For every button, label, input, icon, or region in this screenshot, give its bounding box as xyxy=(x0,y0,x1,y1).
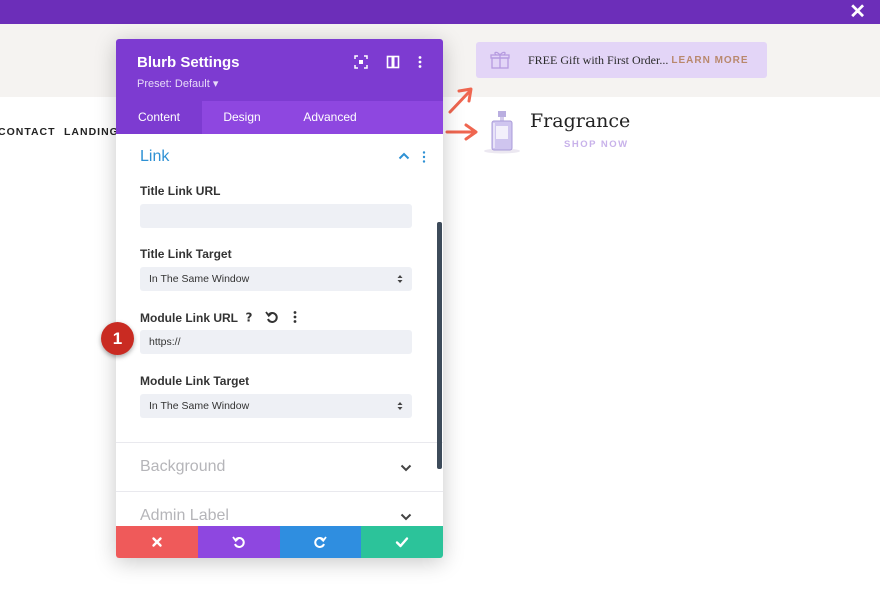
undo-icon xyxy=(231,536,245,548)
modal-footer xyxy=(116,526,443,558)
nav-item-landing[interactable]: LANDING xyxy=(64,126,119,138)
blurb-settings-modal: Blurb Settings Preset: Default ▾ Content… xyxy=(116,39,443,558)
step-number-badge: 1 xyxy=(101,322,134,355)
nav-item-contact[interactable]: CONTACT xyxy=(0,126,56,138)
title-link-url-input[interactable] xyxy=(140,204,412,228)
section-title-admin-label[interactable]: Admin Label xyxy=(140,507,229,525)
tab-design[interactable]: Design xyxy=(202,101,282,134)
chevron-down-icon[interactable] xyxy=(400,464,412,472)
redo-button[interactable] xyxy=(279,526,362,558)
blurb-title[interactable]: Fragrance xyxy=(530,110,630,132)
module-link-url-input[interactable]: https:// xyxy=(140,330,412,354)
expand-icon[interactable] xyxy=(354,55,368,69)
learn-more-link[interactable]: LEARN MORE xyxy=(671,55,748,66)
shop-now-link[interactable]: SHOP NOW xyxy=(564,139,629,150)
title-link-target-select[interactable]: In The Same Window xyxy=(140,267,412,291)
module-link-target-select[interactable]: In The Same Window xyxy=(140,394,412,418)
svg-text:?: ? xyxy=(246,311,253,325)
section-title-background[interactable]: Background xyxy=(140,458,225,476)
title-link-url-label: Title Link URL xyxy=(140,184,221,198)
module-link-target-label: Module Link Target xyxy=(140,374,250,388)
more-options-icon[interactable] xyxy=(413,55,427,69)
perfume-bottle-image xyxy=(484,111,520,154)
tab-advanced[interactable]: Advanced xyxy=(282,101,378,134)
module-link-target-value: In The Same Window xyxy=(149,400,250,412)
settings-panel: Link Title Link URL Title Link Target In… xyxy=(116,134,443,526)
settings-tabs: Content Design Advanced xyxy=(116,101,443,134)
chevron-up-icon[interactable] xyxy=(398,152,410,160)
cancel-icon xyxy=(152,537,162,547)
modal-title: Blurb Settings xyxy=(137,54,240,71)
redo-icon xyxy=(314,536,328,548)
section-divider xyxy=(116,442,443,443)
gift-icon xyxy=(490,51,510,69)
undo-button[interactable] xyxy=(197,526,280,558)
field-options-icon[interactable] xyxy=(288,310,302,324)
select-arrows-icon xyxy=(397,402,403,410)
help-icon[interactable]: ? xyxy=(242,310,256,325)
cancel-button[interactable] xyxy=(116,526,198,558)
tab-content[interactable]: Content xyxy=(116,101,202,134)
title-link-target-label: Title Link Target xyxy=(140,247,232,261)
split-view-icon[interactable] xyxy=(386,55,400,69)
save-button[interactable] xyxy=(361,526,443,558)
close-icon[interactable]: ✕ xyxy=(849,2,866,22)
builder-top-bar: ✕ xyxy=(0,0,880,24)
reset-icon[interactable] xyxy=(265,310,279,324)
annotation-arrow-right-icon xyxy=(445,123,478,141)
modal-header[interactable]: Blurb Settings Preset: Default ▾ xyxy=(116,39,443,101)
section-divider xyxy=(116,491,443,492)
promo-banner[interactable]: FREE Gift with First Order... LEARN MORE xyxy=(476,42,767,78)
section-options-icon[interactable] xyxy=(422,151,426,163)
chevron-down-icon[interactable] xyxy=(400,513,412,521)
title-link-target-value: In The Same Window xyxy=(149,273,250,285)
save-check-icon xyxy=(395,537,409,548)
section-title-link[interactable]: Link xyxy=(140,148,169,166)
promo-text: FREE Gift with First Order... xyxy=(528,52,669,67)
annotation-arrow-up-icon xyxy=(448,87,473,114)
preset-dropdown[interactable]: Preset: Default ▾ xyxy=(137,77,218,90)
module-link-url-label: Module Link URL xyxy=(140,311,238,325)
page: ✕ FREE Gift with First Order... LEARN MO… xyxy=(0,0,880,610)
select-arrows-icon xyxy=(397,275,403,283)
panel-scrollbar[interactable] xyxy=(437,222,442,469)
